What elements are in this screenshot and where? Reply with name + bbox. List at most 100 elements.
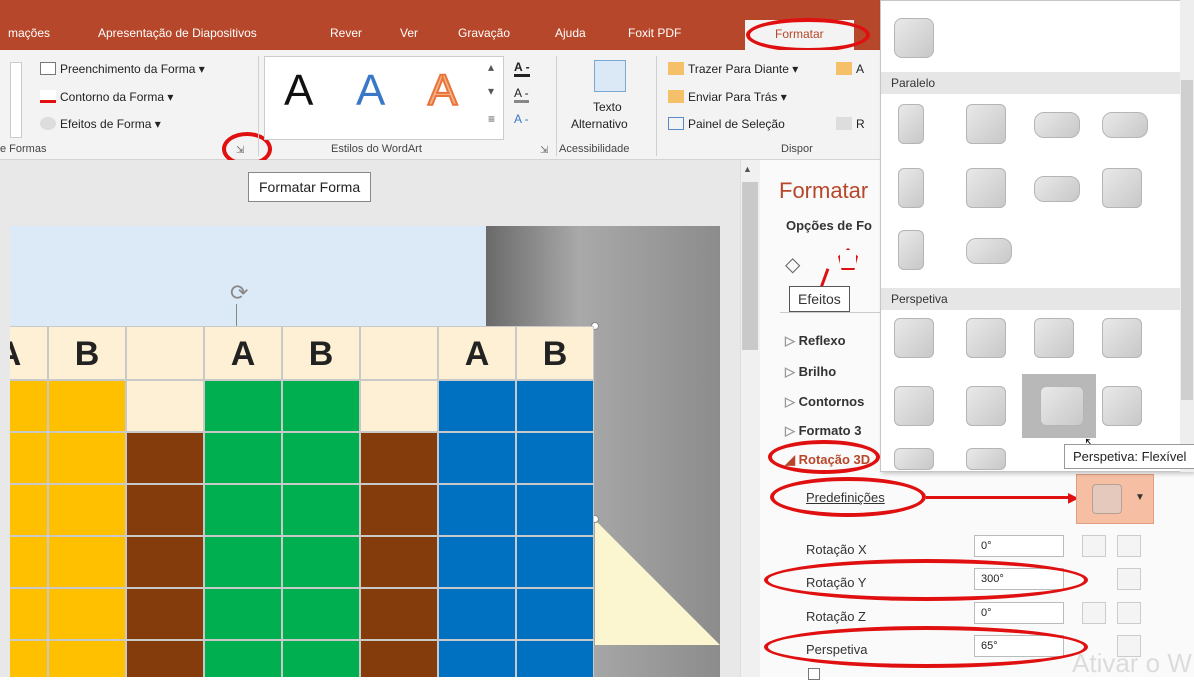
table-header-letter: A bbox=[230, 335, 256, 373]
scroll-thumb[interactable] bbox=[742, 182, 758, 350]
table-cell bbox=[48, 432, 126, 484]
bring-forward-button[interactable]: Trazer Para Diante ▾ bbox=[668, 62, 798, 76]
table-cell bbox=[126, 484, 204, 536]
preset-parallel-2[interactable] bbox=[966, 104, 1006, 144]
table-cell bbox=[360, 432, 438, 484]
preset-tooltip: Perspetiva: Flexível bbox=[1064, 444, 1194, 469]
preset-chevron-icon[interactable]: ▼ bbox=[1135, 492, 1145, 503]
tab-foxit[interactable]: Foxit PDF bbox=[628, 26, 681, 40]
table-cell bbox=[126, 432, 204, 484]
section-glow-label: Brilho bbox=[798, 364, 837, 379]
preset-perspective-5[interactable] bbox=[894, 386, 934, 426]
section-reflection-label: Reflexo bbox=[798, 333, 846, 348]
table-cell bbox=[438, 640, 516, 677]
rotation-z-input[interactable]: 0° bbox=[974, 602, 1064, 624]
preset-parallel-5[interactable] bbox=[898, 168, 924, 208]
table-header-empty bbox=[360, 326, 438, 380]
highlight-rotation-y bbox=[764, 559, 1088, 601]
highlight-perspective bbox=[764, 626, 1088, 668]
rotation-x-label: Rotação X bbox=[806, 542, 867, 557]
table-cell bbox=[438, 588, 516, 640]
section-3d-format[interactable]: ▷ Formato 3 bbox=[785, 423, 861, 439]
rotation-z-label: Rotação Z bbox=[806, 609, 866, 624]
table-cell bbox=[204, 588, 282, 640]
table-cell bbox=[282, 380, 360, 432]
table-cell bbox=[360, 588, 438, 640]
selection-pane-label: Painel de Seleção bbox=[688, 117, 785, 131]
preset-parallel-9[interactable] bbox=[898, 230, 924, 270]
table-cell bbox=[282, 588, 360, 640]
table-header-cell: B bbox=[48, 326, 126, 380]
preset-parallel-10[interactable] bbox=[966, 238, 1012, 264]
table-cell bbox=[282, 536, 360, 588]
rotate-cw-icon[interactable] bbox=[1117, 602, 1141, 624]
table-header-cell: A bbox=[204, 326, 282, 380]
preset-perspective-9[interactable] bbox=[894, 448, 934, 470]
pane-divider bbox=[780, 312, 880, 313]
table-cell bbox=[360, 380, 438, 432]
scroll-up-icon[interactable]: ▲ bbox=[743, 164, 752, 174]
keep-text-flat-checkbox[interactable] bbox=[808, 668, 820, 680]
alt-text-icon[interactable] bbox=[594, 60, 626, 92]
gallery-scroll-thumb[interactable] bbox=[1181, 80, 1193, 400]
table-cell bbox=[282, 432, 360, 484]
preset-parallel-3[interactable] bbox=[1034, 112, 1080, 138]
selection-pane-button[interactable]: Painel de Seleção bbox=[668, 117, 785, 131]
rotate-ccw-icon[interactable] bbox=[1082, 602, 1106, 624]
table-cell bbox=[516, 380, 594, 432]
color-grid-table[interactable]: ABABAB bbox=[10, 0, 598, 677]
section-reflection[interactable]: ▷ Reflexo bbox=[785, 333, 846, 349]
preset-perspective-8[interactable] bbox=[1102, 386, 1142, 426]
table-header-cell: A bbox=[438, 326, 516, 380]
preset-no-rotation[interactable] bbox=[894, 18, 934, 58]
table-cell bbox=[282, 640, 360, 677]
pane-subtitle[interactable]: Opções de Fo bbox=[786, 218, 872, 233]
table-cell bbox=[360, 484, 438, 536]
section-glow[interactable]: ▷ Brilho bbox=[785, 364, 836, 380]
preset-perspective-flexible[interactable] bbox=[1040, 386, 1084, 426]
send-backward-button[interactable]: Enviar Para Trás ▾ bbox=[668, 90, 787, 104]
bring-forward-icon bbox=[668, 62, 684, 75]
pane-title: Formatar bbox=[779, 178, 869, 203]
preset-swatch bbox=[1092, 484, 1122, 514]
send-backward-label: Enviar Para Trás bbox=[688, 90, 778, 104]
table-header-cell: B bbox=[282, 326, 360, 380]
gallery-header-perspective: Perspetiva bbox=[881, 288, 1181, 310]
fill-line-icon[interactable]: ◇ bbox=[785, 252, 800, 277]
table-cell bbox=[360, 536, 438, 588]
section-soft-edges-label: Contornos bbox=[798, 394, 865, 409]
rotate-right-icon[interactable] bbox=[1117, 535, 1141, 557]
preset-parallel-8[interactable] bbox=[1102, 168, 1142, 208]
align-icon bbox=[836, 62, 852, 75]
rotate-left-icon[interactable] bbox=[1082, 535, 1106, 557]
preset-perspective-3[interactable] bbox=[1034, 318, 1074, 358]
table-cell bbox=[126, 588, 204, 640]
table-cell bbox=[48, 588, 126, 640]
table-cell bbox=[48, 640, 126, 677]
preset-parallel-4[interactable] bbox=[1102, 112, 1148, 138]
rotate-up-icon[interactable] bbox=[1117, 568, 1141, 590]
preset-perspective-2[interactable] bbox=[966, 318, 1006, 358]
rotation-x-input[interactable]: 0° bbox=[974, 535, 1064, 557]
highlight-3d-rotation bbox=[768, 440, 880, 474]
table-cell bbox=[360, 640, 438, 677]
table-cell bbox=[516, 536, 594, 588]
table-cell bbox=[126, 640, 204, 677]
table-header-empty bbox=[126, 326, 204, 380]
preset-perspective-10[interactable] bbox=[966, 448, 1006, 470]
selection-pane-icon bbox=[668, 117, 684, 130]
effects-tooltip: Efeitos bbox=[789, 286, 850, 312]
preset-perspective-6[interactable] bbox=[966, 386, 1006, 426]
preset-parallel-6[interactable] bbox=[966, 168, 1006, 208]
section-soft-edges[interactable]: ▷ Contornos bbox=[785, 394, 864, 410]
preset-parallel-7[interactable] bbox=[1034, 176, 1080, 202]
table-cell bbox=[204, 432, 282, 484]
rotate-button[interactable]: R bbox=[836, 117, 865, 131]
align-button[interactable]: A bbox=[836, 62, 864, 76]
preset-parallel-1[interactable] bbox=[898, 104, 924, 144]
table-cell bbox=[204, 380, 282, 432]
preset-perspective-4[interactable] bbox=[1102, 318, 1142, 358]
presets-arrow bbox=[926, 496, 1074, 499]
preset-perspective-1[interactable] bbox=[894, 318, 934, 358]
group-label-arrange: Dispor bbox=[781, 143, 813, 155]
